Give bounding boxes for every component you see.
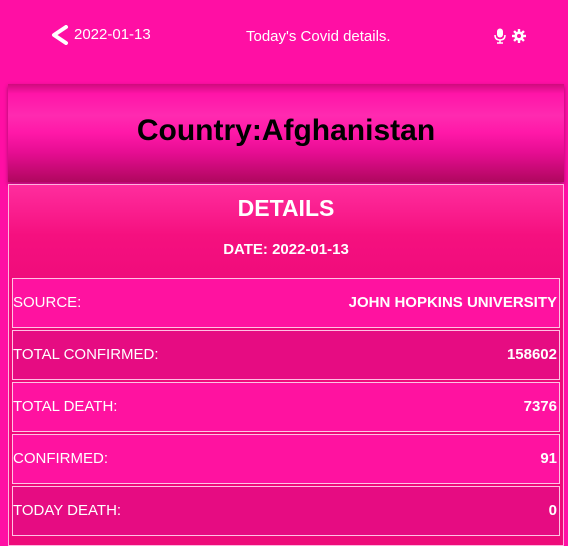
table-row: SOURCE: JOHN HOPKINS UNIVERSITY xyxy=(12,278,560,328)
table-row: TOTAL DEATH: 7376 xyxy=(12,382,560,432)
row-value: 158602 xyxy=(506,346,557,363)
header-actions xyxy=(494,28,526,49)
header-title: Today's Covid details. xyxy=(246,28,391,45)
row-label: TODAY DEATH: xyxy=(13,502,122,519)
details-panel: DETAILS DATE: 2022-01-13 SOURCE: JOHN HO… xyxy=(8,184,564,546)
row-value: 91 xyxy=(540,450,557,467)
header-date: 2022-01-13 xyxy=(74,26,151,43)
row-label: CONFIRMED: xyxy=(13,450,108,467)
microphone-icon[interactable] xyxy=(494,28,506,49)
chevron-left-icon xyxy=(50,25,70,45)
top-bar: 2022-01-13 Today's Covid details. xyxy=(0,0,568,76)
details-heading: DETAILS xyxy=(237,195,335,221)
row-label: SOURCE: xyxy=(13,294,82,311)
country-card: Country:Afghanistan xyxy=(8,84,564,182)
details-table: SOURCE: JOHN HOPKINS UNIVERSITY TOTAL CO… xyxy=(12,278,560,538)
row-label: TOTAL CONFIRMED: xyxy=(13,346,159,363)
row-value: 7376 xyxy=(523,398,557,415)
table-row: CONFIRMED: 91 xyxy=(12,434,560,484)
table-row: TOTAL CONFIRMED: 158602 xyxy=(12,330,560,380)
row-value: JOHN HOPKINS UNIVERSITY xyxy=(348,294,557,311)
back-button[interactable]: 2022-01-13 xyxy=(50,25,151,45)
details-date: DATE: 2022-01-13 xyxy=(223,241,349,258)
row-label: TOTAL DEATH: xyxy=(13,398,118,415)
table-row: TODAY DEATH: 0 xyxy=(12,486,560,536)
row-value: 0 xyxy=(548,502,557,519)
gear-icon[interactable] xyxy=(512,29,526,48)
country-title: Country:Afghanistan xyxy=(136,114,436,147)
